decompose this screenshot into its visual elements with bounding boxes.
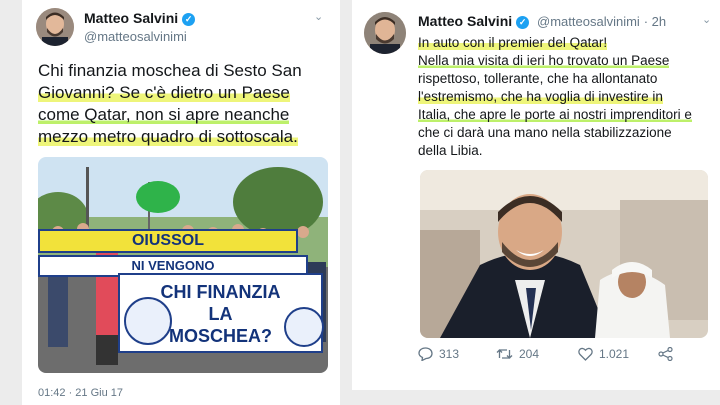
left-tweet-card: Matteo Salvini ✓ @matteosalvinimi ⌄ Chi f… bbox=[22, 0, 340, 405]
reply-icon bbox=[418, 347, 433, 361]
tweet-line: che ci darà una mano nella stabilizzazio… bbox=[418, 125, 672, 140]
tweet-line: rispettoso, tollerante, che ha allontana… bbox=[418, 71, 658, 86]
retweet-button[interactable]: 204 bbox=[496, 347, 539, 361]
tweet-actions: 313 204 1.021 bbox=[418, 347, 708, 367]
right-author-handle[interactable]: @matteosalvinimi bbox=[537, 14, 640, 29]
left-tweet-photo[interactable]: OIUSSOL NI VENGONO CHI FINANZIA LA MOSCH… bbox=[38, 157, 328, 373]
tweet-line: della Libia. bbox=[418, 143, 483, 158]
tweet-line: l'estremismo, che ha voglia di investire… bbox=[418, 89, 663, 104]
right-avatar[interactable] bbox=[364, 12, 406, 54]
tweet-line: Giovanni? Se c'è dietro un Paese bbox=[38, 83, 290, 102]
share-icon bbox=[658, 347, 673, 361]
left-author-handle[interactable]: @matteosalvinimi bbox=[84, 29, 187, 44]
tweet-line: Italia, che apre le porte ai nostri impr… bbox=[418, 107, 692, 122]
car-interior-photo bbox=[420, 170, 708, 338]
chevron-down-icon[interactable]: ⌄ bbox=[702, 13, 711, 26]
retweet-count: 204 bbox=[519, 347, 540, 361]
verified-badge-icon: ✓ bbox=[182, 13, 196, 26]
right-tweet-text: In auto con il premier del Qatar! Nella … bbox=[418, 34, 718, 160]
like-button[interactable]: 1.021 bbox=[578, 347, 629, 361]
like-icon bbox=[578, 347, 593, 361]
lega-logo-circle bbox=[284, 307, 324, 347]
reply-button[interactable]: 313 bbox=[418, 347, 459, 361]
banner-top: OIUSSOL bbox=[38, 229, 298, 253]
chevron-down-icon[interactable]: ⌄ bbox=[314, 10, 323, 23]
left-author-name[interactable]: Matteo Salvini ✓ bbox=[84, 10, 196, 26]
tweet-line: Nella mia visita di ieri ho trovato un P… bbox=[418, 53, 670, 68]
right-time-ago[interactable]: · 2h bbox=[644, 14, 666, 29]
reply-count: 313 bbox=[439, 347, 460, 361]
verified-badge-icon: ✓ bbox=[516, 16, 530, 29]
right-tweet-photo[interactable] bbox=[420, 170, 708, 338]
left-timestamp[interactable]: 01:42 · 21 Giu 17 bbox=[38, 387, 123, 399]
tweet-line: mezzo metro quadro di sottoscala. bbox=[38, 127, 298, 146]
tweet-line: Chi finanzia moschea di Sesto San bbox=[38, 61, 302, 80]
share-button[interactable] bbox=[658, 347, 673, 361]
lega-logo-circle bbox=[124, 297, 172, 345]
tweet-line: In auto con il premier del Qatar! bbox=[418, 35, 608, 50]
tweet-line: come Qatar, non si apre neanche bbox=[38, 105, 290, 124]
right-author-name[interactable]: Matteo Salvini ✓ @matteosalvinimi · 2h bbox=[418, 13, 666, 29]
like-count: 1.021 bbox=[599, 347, 630, 361]
retweet-icon bbox=[496, 349, 513, 359]
right-tweet-card: Matteo Salvini ✓ @matteosalvinimi · 2h ⌄ … bbox=[352, 0, 720, 390]
left-tweet-text: Chi finanzia moschea di Sesto San Giovan… bbox=[38, 60, 330, 148]
left-avatar[interactable] bbox=[36, 8, 74, 46]
